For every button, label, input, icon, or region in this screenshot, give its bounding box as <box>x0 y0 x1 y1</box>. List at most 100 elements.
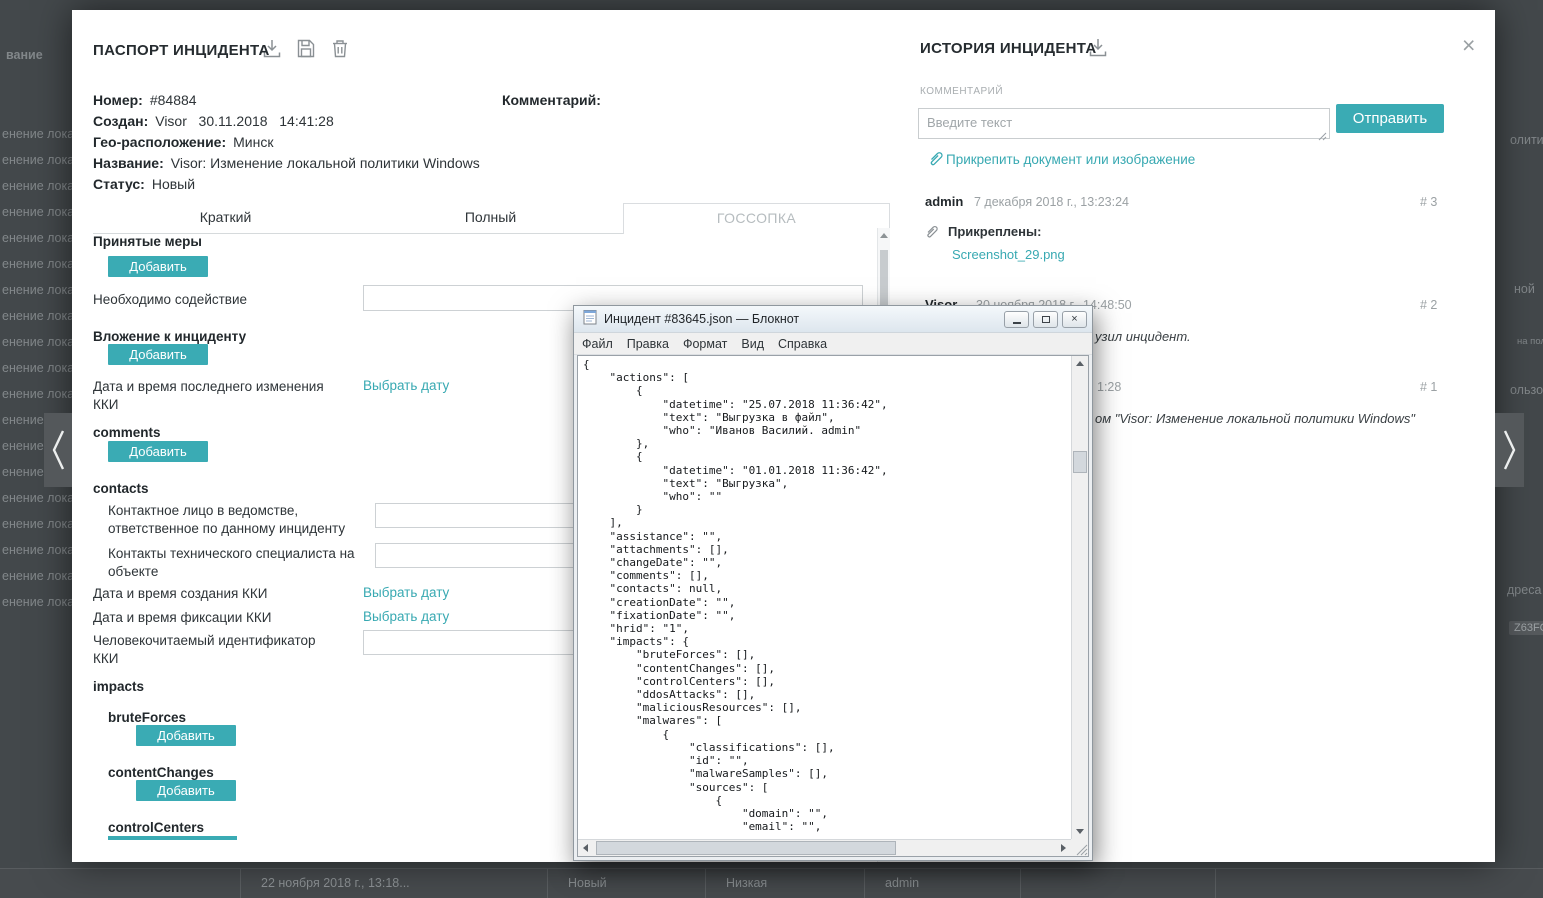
prev-incident-arrow[interactable] <box>44 413 72 487</box>
resize-grip[interactable] <box>1071 839 1088 856</box>
tech-contact-label: Контакты технического специалиста на объ… <box>108 546 355 579</box>
background-row-fragment: енение лока <box>2 595 75 609</box>
table-cell-severity: Низкая <box>705 869 864 898</box>
notepad-window[interactable]: Инцидент #83645.json — Блокнот × Файл Пр… <box>573 305 1093 861</box>
vertical-scroll-thumb[interactable] <box>1073 451 1087 473</box>
tab-full[interactable]: Полный <box>358 203 623 234</box>
choose-date-link-3[interactable]: Выбрать дату <box>363 609 449 624</box>
tab-short[interactable]: Краткий <box>93 203 358 234</box>
add-comment-button[interactable]: Добавить <box>108 441 208 462</box>
background-row-fragment: енение лока <box>2 179 75 193</box>
scroll-left-arrow[interactable] <box>583 844 588 852</box>
section-content-changes: contentChanges <box>108 765 214 780</box>
background-row-fragment: енение лока <box>2 361 75 375</box>
last-change-date-label: Дата и время последнего изменения ККИ <box>93 379 324 412</box>
background-row-fragment: енение лока <box>2 387 75 401</box>
section-control-centers: controlCenters <box>108 820 205 835</box>
section-comments: comments <box>93 425 161 440</box>
background-row-fragment: енение лока <box>2 231 75 245</box>
close-icon[interactable]: × <box>1462 34 1475 57</box>
delete-icon[interactable] <box>330 38 350 64</box>
scroll-up-arrow[interactable] <box>1076 361 1084 366</box>
field-label: Комментарий: <box>502 92 601 108</box>
field-label: Статус: <box>93 176 145 192</box>
background-row-fragment: енение лока <box>2 569 75 583</box>
minimize-button[interactable] <box>1004 310 1029 328</box>
choose-date-link-2[interactable]: Выбрать дату <box>363 585 449 600</box>
choose-date-link-1[interactable]: Выбрать дату <box>363 378 449 393</box>
table-cell-user: admin <box>864 869 1020 898</box>
field-name: Название: Visor: Изменение локальной поли… <box>93 155 480 171</box>
section-attachment: Вложение к инциденту <box>93 329 247 344</box>
entry-number: # 3 <box>1420 195 1438 209</box>
section-contacts: contacts <box>93 481 149 496</box>
scroll-down-arrow[interactable] <box>1076 829 1084 834</box>
notepad-titlebar[interactable]: Инцидент #83645.json — Блокнот × <box>574 306 1092 333</box>
add-contentchange-button[interactable]: Добавить <box>136 780 236 801</box>
field-status: Статус: Новый <box>93 176 195 192</box>
next-incident-arrow[interactable] <box>1495 413 1524 487</box>
background-row-fragment: енение лока <box>2 491 75 505</box>
table-cell-status: Новый <box>547 869 705 898</box>
attach-document-link[interactable]: Прикрепить документ или изображение <box>946 152 1195 167</box>
background-table-row: 22 ноября 2018 г., 13:18... Новый Низкая… <box>0 868 1543 898</box>
field-created: Создан: Visor 30.11.2018 14:41:28 <box>93 113 334 129</box>
menu-help[interactable]: Справка <box>778 337 827 351</box>
table-cell-date: 22 ноября 2018 г., 13:18... <box>240 869 547 898</box>
table-cell <box>1215 869 1543 898</box>
save-icon[interactable] <box>296 38 316 64</box>
field-value: #84884 <box>149 92 197 108</box>
field-value: Минск <box>233 134 274 150</box>
scroll-up-arrow[interactable] <box>880 233 888 238</box>
attachment-icon <box>925 225 938 244</box>
background-row-fragment: енение лока <box>2 257 75 271</box>
comment-label: Комментарий: <box>502 92 601 108</box>
notepad-app-icon <box>583 309 597 330</box>
field-value: Новый <box>151 176 196 192</box>
background-row-fragment: енение лока <box>2 283 75 297</box>
maximize-button[interactable] <box>1033 310 1058 328</box>
horizontal-scroll-thumb[interactable] <box>596 841 896 855</box>
field-label: Гео-расположение: <box>93 134 227 150</box>
field-label: Название: <box>93 155 164 171</box>
add-controlcenter-button-clipped[interactable] <box>108 836 237 840</box>
history-comment-label: КОММЕНТАРИЙ <box>920 86 1004 97</box>
tab-gossopka[interactable]: ГОССОПКА <box>623 203 890 234</box>
contact-person-label: Контактное лицо в ведомстве, ответственн… <box>108 503 346 536</box>
scroll-right-arrow[interactable] <box>1061 844 1066 852</box>
notepad-text[interactable]: { "actions": [ { "datetime": "25.07.2018… <box>578 356 1071 839</box>
menu-file[interactable]: Файл <box>582 337 613 351</box>
background-row-fragment: енение лока <box>2 153 75 167</box>
hrid-label: Человекочитаемый идентификатор ККИ <box>93 633 316 666</box>
attached-label: Прикреплены: <box>948 224 1042 239</box>
history-download-icon[interactable] <box>1088 37 1108 63</box>
add-measure-button[interactable]: Добавить <box>108 256 208 277</box>
textarea-resize-grip[interactable] <box>1318 128 1327 146</box>
comment-input[interactable] <box>918 108 1330 139</box>
attachment-file-link[interactable]: Screenshot_29.png <box>952 247 1065 262</box>
send-button[interactable]: Отправить <box>1336 104 1444 133</box>
window-close-button[interactable]: × <box>1062 310 1087 328</box>
paperclip-icon <box>928 151 943 172</box>
download-icon[interactable] <box>262 38 282 64</box>
notepad-title: Инцидент #83645.json — Блокнот <box>604 312 800 326</box>
add-attachment-button[interactable]: Добавить <box>108 344 208 365</box>
entry-author: admin <box>925 194 964 209</box>
entry-text-fragment: ом "Visor: Изменение локальной политики … <box>1095 411 1416 426</box>
background-row-fragment: енение лока <box>2 517 75 531</box>
add-bruteforce-button[interactable]: Добавить <box>136 725 236 746</box>
menu-format[interactable]: Формат <box>683 337 727 351</box>
field-value: Visor 30.11.2018 14:41:28 <box>155 113 334 129</box>
background-right-fragment: дреса у <box>1507 583 1543 597</box>
horizontal-scrollbar[interactable] <box>578 839 1071 856</box>
menu-view[interactable]: Вид <box>741 337 764 351</box>
background-row-fragment: енение лока <box>2 335 75 349</box>
background-row-fragment: енение лока <box>2 205 75 219</box>
background-row-fragment: енение лока <box>2 309 75 323</box>
assistance-label: Необходимо содействие <box>93 292 248 307</box>
entry-date: 7 декабря 2018 г., 13:23:24 <box>974 195 1129 209</box>
vertical-scrollbar[interactable] <box>1071 356 1088 839</box>
field-geo: Гео-расположение: Минск <box>93 134 273 150</box>
background-right-fragment: Z63FC <box>1509 621 1543 635</box>
menu-edit[interactable]: Правка <box>627 337 669 351</box>
